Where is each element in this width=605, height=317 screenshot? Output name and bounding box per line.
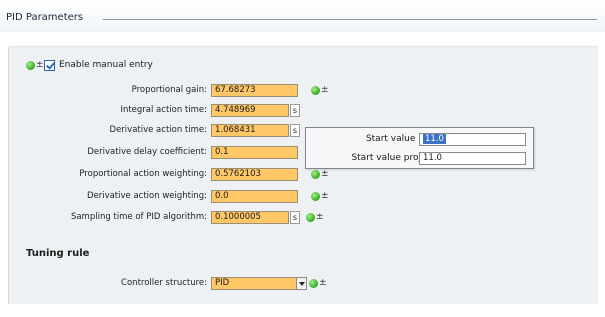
status-ok-icon — [311, 86, 320, 95]
plus-minus-icon[interactable]: ± — [321, 86, 329, 95]
manual-entry-row: ± Enable manual entry — [26, 58, 153, 72]
status-ok-icon — [311, 170, 320, 179]
enable-manual-entry-label: Enable manual entry — [59, 60, 153, 70]
plus-minus-icon[interactable]: ± — [321, 170, 329, 179]
proportional-action-weighting-label: Proportional action weighting: — [79, 169, 207, 179]
tuning-rule-heading: Tuning rule — [26, 248, 90, 259]
derivative-delay-coefficient-field[interactable]: 0.1 — [211, 146, 298, 159]
integral-action-time-field[interactable]: 4.748969 — [211, 104, 289, 117]
derivative-action-time-field[interactable]: 1.068431 — [211, 124, 289, 137]
proportional-gain-field[interactable]: 67.68273 — [211, 84, 298, 97]
controller-structure-dropdown[interactable]: PID — [211, 277, 307, 290]
derivative-action-time-unit: s — [290, 124, 300, 137]
sampling-time-label: Sampling time of PID algorithm: — [70, 212, 207, 222]
integral-action-time-label: Integral action time: — [120, 105, 207, 115]
derivative-action-weighting-field[interactable]: 0.0 — [211, 190, 298, 203]
start-value-popup: Start value PLC: 11.0 Start value projec… — [305, 127, 534, 169]
start-value-plc-selected: 11.0 — [423, 134, 446, 144]
enable-manual-entry-checkbox[interactable] — [44, 59, 55, 71]
section-title: PID Parameters — [6, 12, 84, 23]
derivative-delay-coefficient-label: Derivative delay coefficient: — [87, 147, 207, 157]
derivative-action-weighting-status: ± — [311, 192, 329, 201]
proportional-gain-label: Proportional gain: — [131, 85, 207, 95]
proportional-action-weighting-status: ± — [311, 170, 329, 179]
plus-minus-icon[interactable]: ± — [316, 213, 324, 222]
header-divider — [103, 19, 597, 20]
proportional-gain-status: ± — [311, 86, 329, 95]
controller-structure-status: ± — [309, 279, 327, 288]
status-ok-icon — [309, 279, 318, 288]
sampling-time-status: ± — [306, 213, 324, 222]
sampling-time-unit: s — [290, 211, 300, 224]
plus-minus-icon[interactable]: ± — [321, 192, 329, 201]
derivative-action-time-label: Derivative action time: — [109, 125, 207, 135]
section-header: PID Parameters — [0, 0, 605, 32]
controller-structure-label: Controller structure: — [121, 278, 207, 288]
derivative-action-weighting-label: Derivative action weighting: — [86, 191, 207, 201]
status-ok-icon — [26, 60, 35, 70]
status-ok-icon — [306, 213, 315, 222]
controller-structure-value: PID — [215, 278, 230, 288]
proportional-action-weighting-field[interactable]: 0.5762103 — [211, 168, 298, 181]
status-ok-icon — [311, 192, 320, 201]
plus-minus-icon[interactable]: ± — [319, 279, 327, 288]
sampling-time-field[interactable]: 0.1000005 — [211, 211, 289, 224]
start-value-plc-field[interactable]: 11.0 — [419, 133, 526, 146]
chevron-down-icon[interactable] — [296, 277, 307, 290]
plus-minus-icon[interactable]: ± — [36, 60, 44, 70]
integral-action-time-unit: s — [290, 104, 300, 117]
start-value-project-field[interactable]: 11.0 — [419, 152, 526, 165]
